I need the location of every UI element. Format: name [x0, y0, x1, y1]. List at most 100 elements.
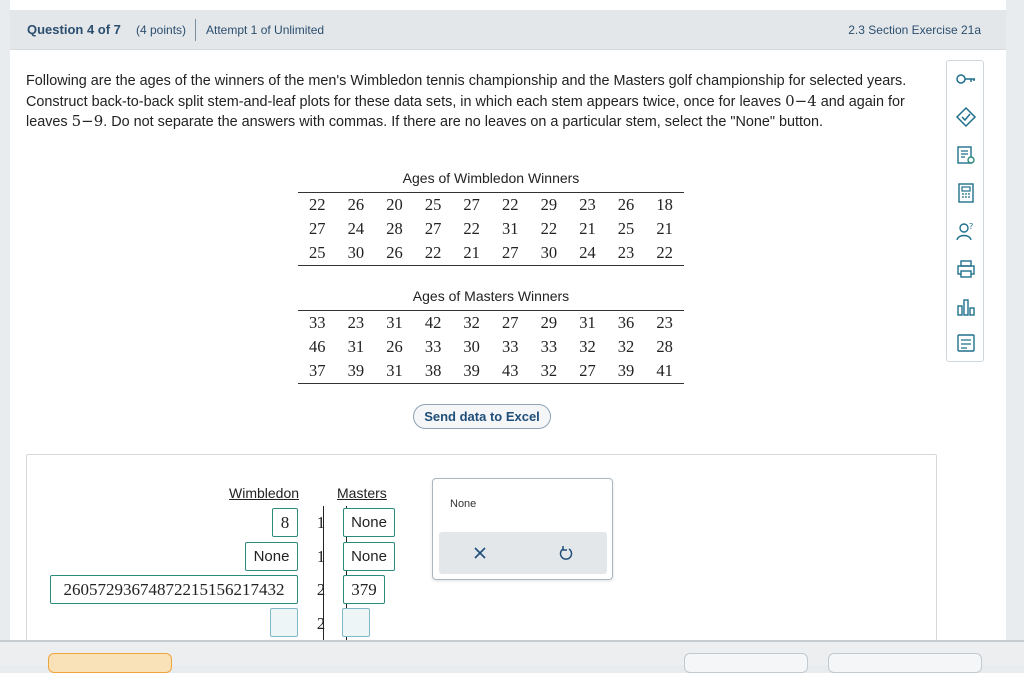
masters-cell: 33 [309, 313, 326, 332]
masters-row: 33 23 31 42 32 27 29 31 36 23 [298, 311, 684, 335]
wimbledon-cell: 22 [424, 243, 442, 262]
masters-cell: 37 [309, 361, 326, 380]
masters-table: Ages of Masters Winners 33 23 31 42 32 27 29 31… [298, 288, 684, 384]
masters-cell: 23 [347, 313, 365, 332]
question-number: Question 4 of 7 [27, 22, 121, 37]
wimbledon-cell: 21 [656, 219, 673, 238]
wimbledon-cell: 22 [656, 243, 673, 262]
wimbledon-leaf-stem-2-high[interactable] [270, 608, 298, 637]
masters-cell: 27 [502, 313, 519, 332]
wimbledon-leaf-stem-1-high[interactable]: None [245, 542, 298, 571]
prompt-text-1: Following are the ages of the winners of… [26, 73, 907, 110]
popup-actions [439, 532, 607, 574]
print-icon[interactable] [952, 255, 980, 283]
question-points: (4 points) [136, 23, 187, 37]
wimbledon-cell: 25 [617, 219, 635, 238]
reset-icon[interactable] [555, 542, 577, 564]
wimbledon-cell: 24 [347, 219, 365, 238]
masters-leaf-stem-1-high[interactable]: None [343, 542, 395, 571]
masters-cell: 31 [347, 337, 365, 356]
svg-text:?: ? [969, 222, 973, 231]
tools-toolbar: ? [946, 60, 984, 362]
wimbledon-cell: 21 [463, 243, 480, 262]
masters-row: 46 31 26 33 30 33 33 32 32 28 [298, 335, 684, 359]
tag-icon[interactable] [952, 103, 980, 131]
prompt-range-2: 5−9 [71, 112, 104, 130]
masters-cell: 23 [656, 313, 673, 332]
calculator-icon[interactable] [952, 179, 980, 207]
wimbledon-cell: 18 [656, 195, 673, 214]
clear-icon[interactable] [469, 542, 491, 564]
wimbledon-cell: 27 [424, 219, 442, 238]
page-frame: Question 4 of 7 (4 points) Attempt 1 of … [10, 0, 1006, 665]
stem-1-high: 1 [316, 547, 326, 566]
notes-icon[interactable] [952, 141, 980, 169]
masters-leaf-stem-2-high[interactable] [342, 608, 370, 637]
wimbledon-leaf-stem-2-low[interactable]: 2605729367487221515621743​2 [50, 575, 298, 604]
masters-leaf-stem-2-low[interactable]: 379 [343, 575, 385, 604]
wimbledon-cell: 29 [540, 195, 558, 214]
masters-cell: 33 [540, 337, 558, 356]
wimbledon-cell: 30 [347, 243, 365, 262]
wimbledon-cell: 23 [579, 195, 596, 214]
masters-column-header: Masters [337, 485, 387, 501]
masters-cell: 31 [579, 313, 596, 332]
masters-cell: 26 [386, 337, 403, 356]
wimbledon-cell: 22 [540, 219, 558, 238]
masters-table-title: Ages of Masters Winners [412, 288, 570, 304]
masters-cell: 29 [540, 313, 558, 332]
help-person-icon[interactable]: ? [952, 217, 980, 245]
stem-2-low: 2 [316, 580, 326, 599]
masters-cell: 32 [579, 337, 596, 356]
secondary-action-button[interactable] [684, 653, 808, 673]
wimbledon-row: 27 24 28 27 22 31 22 21 25 21 [298, 217, 684, 241]
wimbledon-cell: 22 [309, 195, 326, 214]
send-to-excel-button[interactable]: Send data to Excel [413, 404, 551, 429]
tertiary-action-button[interactable] [828, 653, 982, 673]
question-header: Question 4 of 7 (4 points) Attempt 1 of … [10, 10, 1006, 50]
wimbledon-data-grid: 22 26 20 25 27 22 29 23 26 18 27 24 28 27 22 31 22 21 25 21… [298, 192, 684, 266]
wimbledon-column-header: Wimbledon [229, 485, 300, 501]
wimbledon-cell: 24 [579, 243, 596, 262]
masters-cell: 43 [502, 361, 519, 380]
wimbledon-cell: 25 [424, 195, 442, 214]
prompt-text-3: . Do not separate the answers with comma… [103, 114, 823, 130]
wimbledon-cell: 28 [386, 219, 403, 238]
primary-action-button[interactable] [48, 653, 172, 673]
masters-cell: 42 [424, 313, 442, 332]
chart-icon[interactable] [952, 293, 980, 321]
prompt-range-1: 0−4 [785, 91, 817, 110]
masters-cell: 33 [424, 337, 442, 356]
masters-cell: 32 [617, 337, 635, 356]
wimbledon-cell: 30 [540, 243, 558, 262]
masters-row: 37 39 31 38 39 43 32 27 39 41 [298, 359, 684, 383]
wimbledon-leaf-stem-1-low[interactable]: 8 [272, 508, 298, 537]
masters-cell: 38 [424, 361, 442, 380]
wimbledon-table: Ages of Wimbledon Winners 22 26 20 25 27 22 29… [298, 170, 684, 266]
wimbledon-cell: 21 [579, 219, 596, 238]
masters-leaf-stem-1-low[interactable]: None [343, 508, 395, 537]
stem-1-low: 1 [316, 513, 326, 532]
masters-cell: 46 [309, 337, 326, 356]
masters-cell: 36 [617, 313, 635, 332]
wimbledon-row: 25 30 26 22 21 27 30 24 23 22 [298, 241, 684, 265]
masters-cell: 31 [386, 361, 403, 380]
worksheet-icon[interactable] [952, 329, 980, 357]
header-divider [195, 19, 196, 41]
wimbledon-cell: 25 [309, 243, 326, 262]
masters-cell: 33 [502, 337, 519, 356]
masters-cell: 41 [656, 361, 673, 380]
masters-cell: 39 [463, 361, 480, 380]
masters-cell: 32 [463, 313, 480, 332]
masters-cell: 28 [656, 337, 673, 356]
wimbledon-cell: 27 [463, 195, 480, 214]
masters-cell: 39 [347, 361, 365, 380]
masters-cell: 30 [463, 337, 480, 356]
wimbledon-table-title: Ages of Wimbledon Winners [402, 170, 580, 186]
key-icon[interactable] [952, 65, 980, 93]
masters-data-grid: 33 23 31 42 32 27 29 31 36 23 46 31 26 33 30 33 33 32 32 28… [298, 310, 684, 384]
wimbledon-cell: 27 [502, 243, 519, 262]
none-option-button[interactable]: None [450, 498, 476, 510]
wimbledon-cell: 23 [617, 243, 635, 262]
masters-cell: 27 [579, 361, 596, 380]
